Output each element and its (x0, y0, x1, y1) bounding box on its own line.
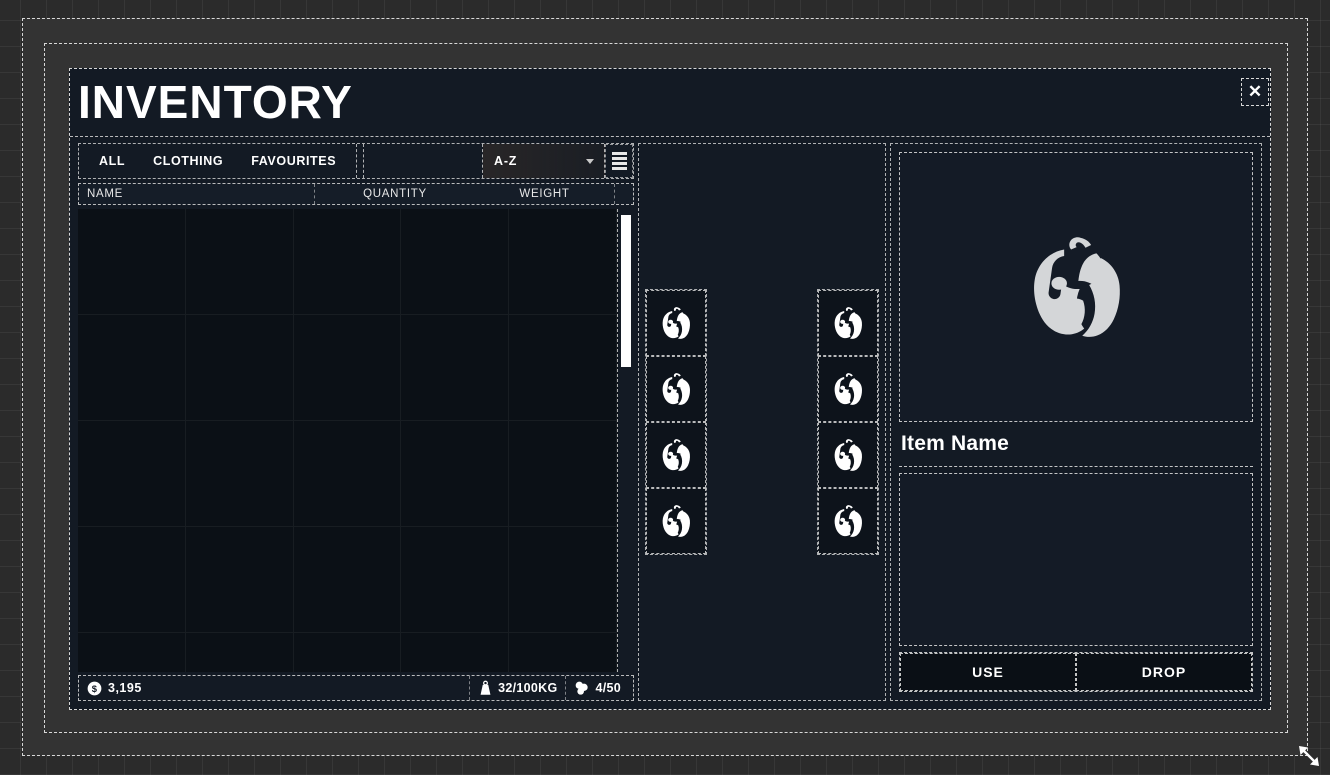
use-button[interactable]: USE (900, 653, 1076, 691)
inner-frame: INVENTORY ✕ ALL CLOTHING FAVOURITES A-Z … (44, 43, 1288, 733)
inventory-slot[interactable] (293, 633, 402, 672)
window-body: ALL CLOTHING FAVOURITES A-Z NAME QUANTIT… (70, 137, 1270, 709)
inventory-slot[interactable] (185, 633, 294, 672)
equipment-panel (638, 143, 886, 701)
tab-clothing[interactable]: CLOTHING (139, 144, 237, 178)
inventory-grid-wrapper (78, 209, 634, 672)
weight-icon (478, 680, 493, 696)
inventory-slot[interactable] (509, 315, 617, 421)
backpack-icon (826, 367, 870, 411)
backpack-icon (826, 301, 870, 345)
slots-value: 4/50 (595, 681, 621, 695)
money-value: 3,195 (108, 681, 142, 695)
inventory-slot[interactable] (401, 209, 510, 315)
inventory-slot[interactable] (509, 633, 617, 672)
inventory-slot[interactable] (401, 315, 510, 421)
equipment-column-right (817, 289, 879, 555)
column-header-name: NAME (79, 184, 315, 204)
equipment-slot-right-2[interactable] (818, 356, 878, 422)
inventory-slot[interactable] (78, 421, 186, 527)
equipment-column-left (645, 289, 707, 555)
dollar-coin-icon: $ (87, 681, 102, 696)
equipment-slot-left-4[interactable] (646, 488, 706, 554)
inventory-slot[interactable] (185, 315, 294, 421)
sort-selected-value: A-Z (494, 154, 518, 168)
chevron-down-icon (586, 159, 594, 164)
inventory-slot[interactable] (509, 527, 617, 633)
inventory-slot[interactable] (509, 421, 617, 527)
item-detail-panel: Item Name USE DROP (890, 143, 1262, 701)
outer-frame: INVENTORY ✕ ALL CLOTHING FAVOURITES A-Z … (22, 18, 1308, 756)
equipment-slot-right-3[interactable] (818, 422, 878, 488)
weight-status: 32/100KG (470, 676, 567, 700)
inventory-slot[interactable] (78, 633, 186, 672)
equipment-slot-left-1[interactable] (646, 290, 706, 356)
list-view-icon[interactable] (605, 144, 633, 178)
status-bar: $ 3,195 32/100KG 4/50 (78, 675, 634, 701)
backpack-icon (654, 301, 698, 345)
equipment-slot-right-4[interactable] (818, 488, 878, 554)
backpack-icon (1007, 218, 1145, 356)
inventory-slot[interactable] (293, 209, 402, 315)
close-button[interactable]: ✕ (1241, 78, 1269, 106)
backpack-icon (826, 499, 870, 543)
inventory-slot[interactable] (293, 315, 402, 421)
drop-button[interactable]: DROP (1076, 653, 1252, 691)
backpack-icon (826, 433, 870, 477)
tab-all[interactable]: ALL (85, 144, 139, 178)
backpack-icon (654, 367, 698, 411)
column-header-weight: WEIGHT (475, 184, 615, 204)
equipment-slot-left-3[interactable] (646, 422, 706, 488)
scrollbar-thumb[interactable] (621, 215, 631, 367)
inventory-slot[interactable] (401, 633, 510, 672)
table-header-row: NAME QUANTITY WEIGHT (78, 183, 634, 205)
inventory-slot[interactable] (78, 527, 186, 633)
inventory-slot[interactable] (185, 527, 294, 633)
page-title: INVENTORY (78, 76, 353, 128)
inventory-slot[interactable] (509, 209, 617, 315)
backpack-icon (654, 433, 698, 477)
item-preview (899, 152, 1253, 422)
inventory-slot[interactable] (185, 209, 294, 315)
equipment-slot-right-1[interactable] (818, 290, 878, 356)
inventory-slot[interactable] (185, 421, 294, 527)
svg-text:$: $ (92, 683, 98, 693)
window-titlebar: INVENTORY ✕ (70, 69, 1270, 137)
equipment-slot-left-2[interactable] (646, 356, 706, 422)
item-name: Item Name (899, 422, 1253, 467)
inventory-slot[interactable] (401, 421, 510, 527)
tab-favourites[interactable]: FAVOURITES (237, 144, 350, 178)
resize-handle[interactable] (1296, 743, 1322, 769)
backpack-icon (654, 499, 698, 543)
item-actions: USE DROP (899, 652, 1253, 692)
close-icon: ✕ (1247, 82, 1263, 101)
inventory-grid (78, 209, 618, 672)
weight-value: 32/100KG (498, 681, 558, 695)
grid-scrollbar[interactable] (618, 209, 634, 672)
column-header-quantity: QUANTITY (363, 188, 427, 200)
inventory-slot[interactable] (401, 527, 510, 633)
search-input[interactable] (364, 144, 482, 178)
boxes-icon (574, 680, 590, 696)
inventory-slot[interactable] (293, 421, 402, 527)
inventory-slot[interactable] (78, 209, 186, 315)
list-toolbar: ALL CLOTHING FAVOURITES A-Z (78, 143, 634, 179)
design-canvas: INVENTORY ✕ ALL CLOTHING FAVOURITES A-Z … (0, 0, 1330, 775)
inventory-slot[interactable] (293, 527, 402, 633)
inventory-window: INVENTORY ✕ ALL CLOTHING FAVOURITES A-Z … (69, 68, 1271, 710)
inventory-slot[interactable] (78, 315, 186, 421)
slots-status: 4/50 (566, 676, 629, 700)
filter-tabs: ALL CLOTHING FAVOURITES (79, 144, 358, 178)
item-description (899, 473, 1253, 646)
search-field[interactable] (363, 144, 483, 178)
sort-dropdown[interactable]: A-Z (483, 144, 605, 178)
inventory-list-panel: ALL CLOTHING FAVOURITES A-Z NAME QUANTIT… (78, 143, 634, 701)
money-status: $ 3,195 (83, 676, 471, 700)
